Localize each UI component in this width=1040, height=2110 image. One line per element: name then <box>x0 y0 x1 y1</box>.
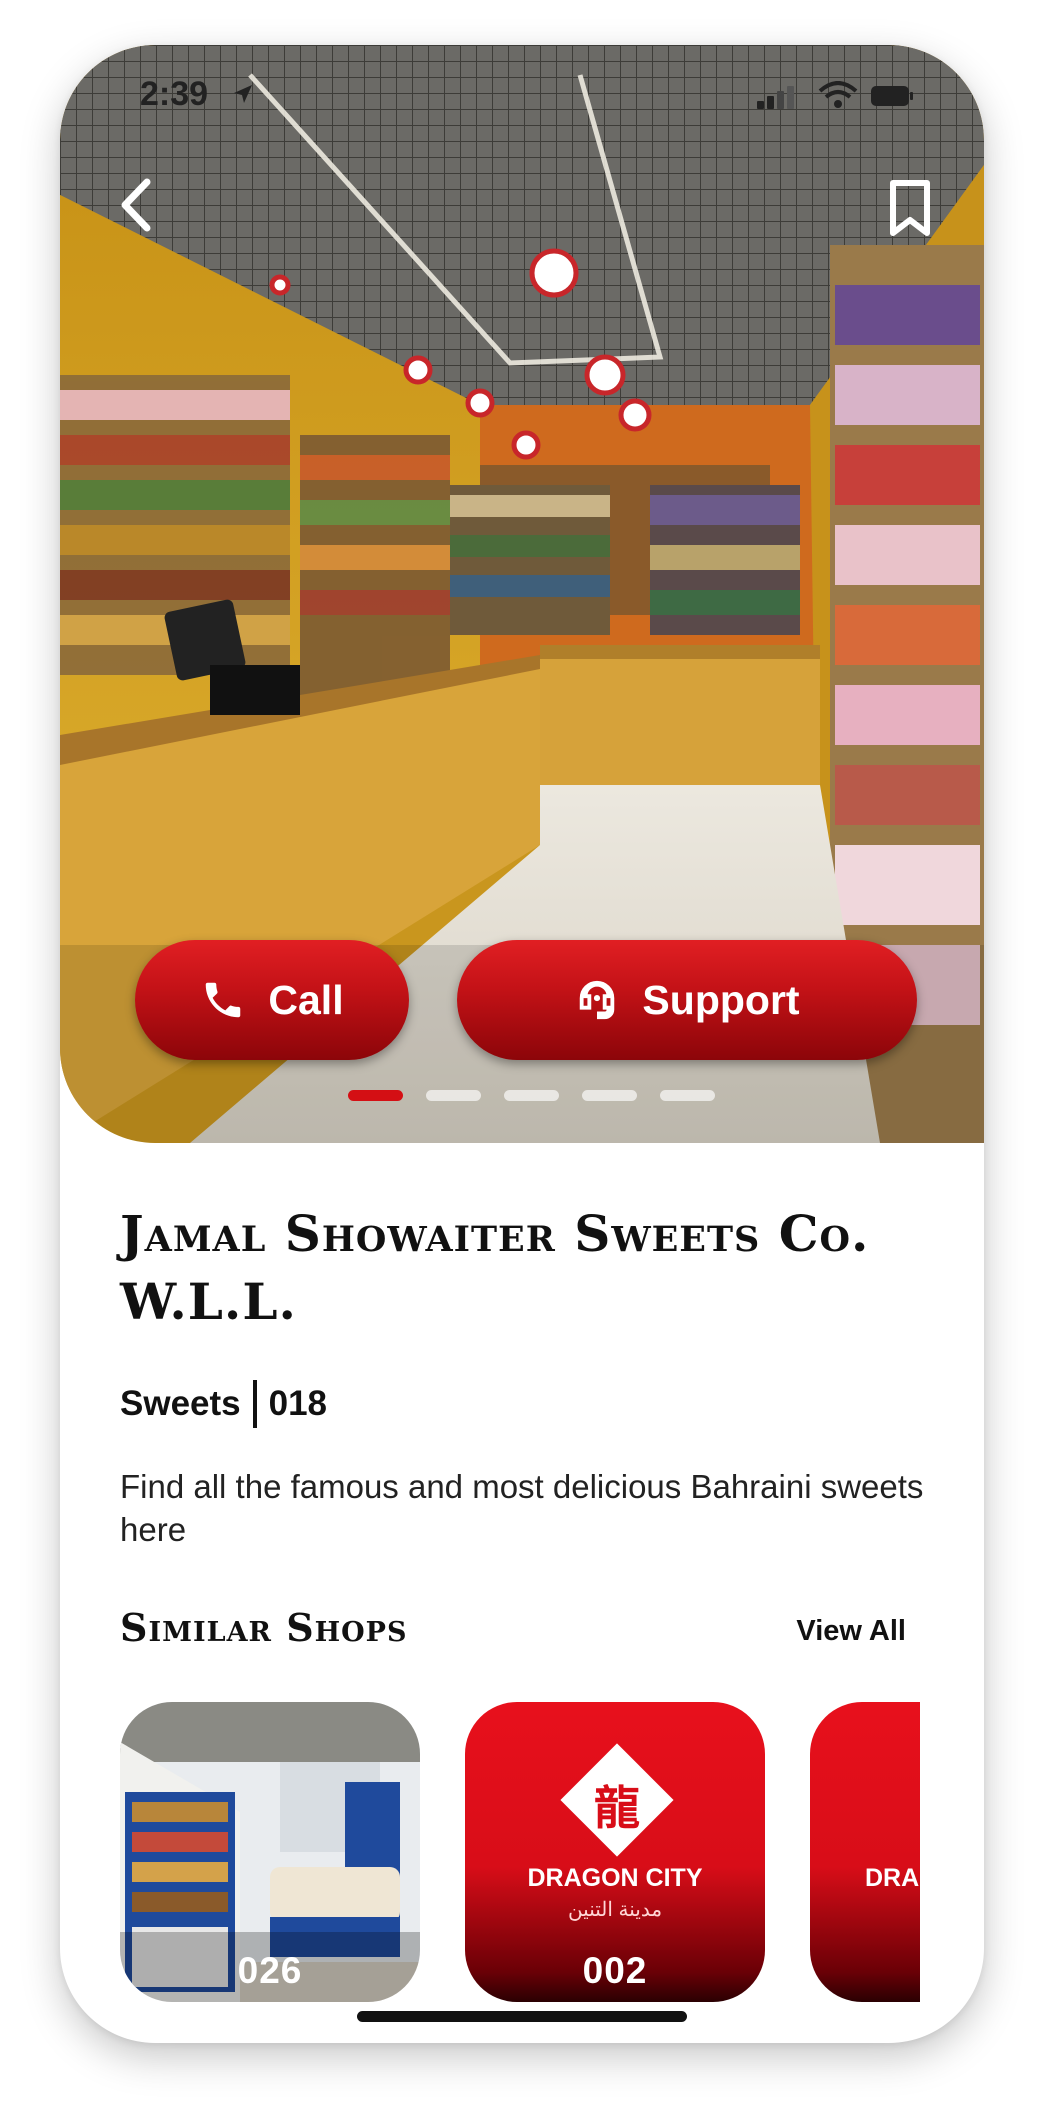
shop-number: 002 <box>582 1950 648 1991</box>
carousel-dot-3[interactable] <box>504 1090 559 1101</box>
shop-brand-name: DRA <box>865 1864 920 1892</box>
status-time: 2:39 <box>140 75 209 113</box>
home-indicator <box>357 2011 687 2022</box>
carousel-dot-5[interactable] <box>660 1090 715 1101</box>
location-arrow-icon <box>234 85 252 103</box>
similar-shop-card[interactable]: DRA <box>810 1702 920 2002</box>
similar-shops-carousel[interactable]: 026 龍 DRAGON CITY مدينة التنين 002 DRA <box>120 1702 920 2002</box>
similar-shops-title: Similar Shops <box>120 1605 408 1650</box>
similar-shop-card[interactable]: 龍 DRAGON CITY مدينة التنين 002 <box>465 1702 765 2002</box>
bookmark-button[interactable] <box>875 173 945 243</box>
shop-category: Sweets <box>120 1384 241 1423</box>
hero-carousel[interactable]: 2:39 Call Support <box>60 45 984 1143</box>
shop-number: 026 <box>237 1950 303 1991</box>
phone-icon <box>200 977 246 1023</box>
shop-brand-name: DRAGON CITY <box>527 1864 703 1892</box>
phone-screen: 2:39 Call Support Jamal Showaiter Sweets… <box>60 45 984 2043</box>
headset-support-icon <box>574 977 620 1023</box>
shop-name: Jamal Showaiter Sweets Co. W.L.L. <box>120 1204 870 1331</box>
dragon-glyph: 龍 <box>594 1781 640 1835</box>
shop-meta: Sweets 018 <box>120 1380 327 1428</box>
call-button[interactable]: Call <box>135 940 409 1060</box>
carousel-dot-4[interactable] <box>582 1090 637 1101</box>
carousel-dot-2[interactable] <box>426 1090 481 1101</box>
shop-description: Find all the famous and most delicious B… <box>120 1468 924 1548</box>
support-button[interactable]: Support <box>457 940 917 1060</box>
meta-divider <box>252 1380 257 1428</box>
cellular-signal-icon <box>757 86 794 109</box>
battery-icon <box>871 86 913 106</box>
carousel-dot-1[interactable] <box>348 1090 403 1101</box>
chevron-left-icon <box>121 178 151 232</box>
support-button-label: Support <box>642 976 800 1023</box>
similar-shop-card[interactable]: 026 <box>120 1702 420 2002</box>
shop-code: 018 <box>268 1384 328 1423</box>
carousel-indicator <box>348 1090 715 1101</box>
bookmark-icon <box>890 180 930 236</box>
shop-brand-name-arabic: مدينة التنين <box>567 1899 663 1921</box>
view-all-link[interactable]: View All <box>796 1615 906 1648</box>
call-button-label: Call <box>268 976 344 1023</box>
back-button[interactable] <box>105 170 175 240</box>
status-bar: 2:39 <box>60 45 984 155</box>
wifi-icon <box>818 81 858 108</box>
